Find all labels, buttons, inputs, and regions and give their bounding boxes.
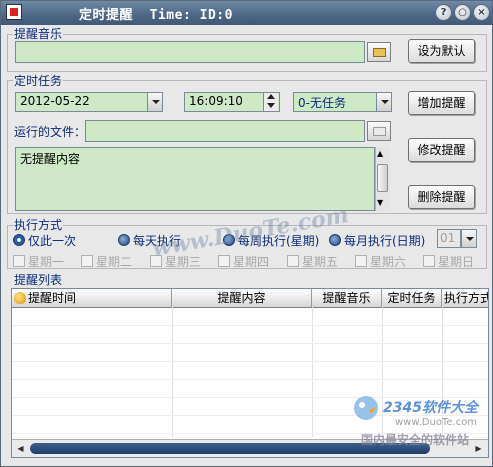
music-path-field[interactable] <box>15 41 365 63</box>
grid-line <box>12 379 488 380</box>
spin-up-icon[interactable] <box>267 94 275 99</box>
checkbox-saturday[interactable]: 星期六 <box>355 253 406 270</box>
run-file-field[interactable] <box>85 120 365 142</box>
weekday-label: 星期一 <box>28 255 65 269</box>
date-picker[interactable]: 2012-05-22 <box>15 92 149 112</box>
app-window: 定时提醒 Time: ID:0 ? ○ × 提醒音乐 设为默认 定时任务 201… <box>0 0 493 467</box>
modify-reminder-button[interactable]: 修改提醒 <box>408 138 475 162</box>
checkbox-sunday[interactable]: 星期日 <box>423 253 474 270</box>
scroll-thumb[interactable] <box>377 164 388 192</box>
column-header-task[interactable]: 定时任务 <box>382 289 442 307</box>
time-spinner[interactable] <box>263 93 278 111</box>
checkbox-icon <box>13 255 25 267</box>
radio-icon <box>118 234 130 246</box>
checkbox-friday[interactable]: 星期五 <box>287 253 338 270</box>
month-day-select[interactable]: 01 <box>437 229 461 248</box>
weekday-label: 星期六 <box>370 255 407 269</box>
title-bar[interactable]: 定时提醒 Time: ID:0 ? ○ × <box>1 1 492 25</box>
radio-icon <box>329 234 341 246</box>
music-section-label: 提醒音乐 <box>13 25 64 42</box>
close-button[interactable]: × <box>473 4 490 21</box>
logo-text: 2345软件大全 <box>383 400 478 416</box>
app-icon <box>6 4 22 20</box>
minimize-button[interactable]: ○ <box>454 4 471 21</box>
scroll-right-icon[interactable]: ▶ <box>472 442 485 455</box>
radio-monthly[interactable]: 每月执行(日期) <box>329 232 425 249</box>
delete-reminder-button[interactable]: 删除提醒 <box>408 185 475 209</box>
task-section-label: 定时任务 <box>13 72 64 89</box>
set-default-button[interactable]: 设为默认 <box>408 39 475 63</box>
column-label: 提醒音乐 <box>322 291 371 305</box>
weekday-label: 星期五 <box>302 255 339 269</box>
folder-icon <box>373 48 386 57</box>
checkbox-monday[interactable]: 星期一 <box>13 253 64 270</box>
grid-line <box>12 361 488 362</box>
reminder-content-textarea[interactable]: 无提醒内容 <box>15 147 375 211</box>
column-label: 定时任务 <box>387 291 436 305</box>
window-title: 定时提醒 Time: ID:0 <box>79 8 233 23</box>
mode-section-label: 执行方式 <box>13 216 64 233</box>
radio-once[interactable]: 仅此一次 <box>13 232 76 249</box>
grid-line <box>12 325 488 326</box>
weekday-label: 星期四 <box>233 255 270 269</box>
browse-file-button[interactable] <box>367 121 391 141</box>
column-header-mode[interactable]: 执行方式 <box>442 289 489 307</box>
checkbox-icon <box>355 255 367 267</box>
task-type-dropdown-arrow[interactable] <box>376 92 392 112</box>
column-label: 执行方式 <box>444 291 489 305</box>
scroll-left-icon[interactable]: ◀ <box>14 442 27 455</box>
folder-icon <box>373 127 386 136</box>
checkbox-icon <box>81 255 93 267</box>
month-day-dropdown-arrow[interactable] <box>461 229 477 248</box>
radio-selected-icon <box>13 234 25 246</box>
browse-music-button[interactable] <box>367 42 391 62</box>
column-label: 提醒内容 <box>217 291 266 305</box>
scroll-down-icon[interactable]: ▼ <box>377 198 383 207</box>
column-label: 提醒时间 <box>28 291 77 305</box>
help-button[interactable]: ? <box>435 4 452 21</box>
content-scrollbar[interactable]: ▲ ▼ <box>375 147 390 211</box>
checkbox-tuesday[interactable]: 星期二 <box>81 253 132 270</box>
grid-line <box>12 343 488 344</box>
checkbox-icon <box>218 255 230 267</box>
grid-line <box>312 307 313 437</box>
logo-url: www.DuoTe.com <box>395 417 478 428</box>
footer-watermark: 国内最安全的软件站 <box>361 433 470 447</box>
spin-down-icon[interactable] <box>267 103 275 108</box>
weekday-label: 星期二 <box>96 255 133 269</box>
checkbox-icon <box>423 255 435 267</box>
column-header-time[interactable]: 提醒时间 <box>12 289 172 307</box>
grid-line <box>172 307 173 437</box>
date-dropdown-arrow[interactable] <box>147 92 163 112</box>
bell-icon <box>14 292 26 304</box>
weekday-label: 星期日 <box>438 255 475 269</box>
bird-icon <box>354 396 378 420</box>
checkbox-thursday[interactable]: 星期四 <box>218 253 269 270</box>
run-file-label: 运行的文件： <box>13 123 88 140</box>
column-header-music[interactable]: 提醒音乐 <box>312 289 382 307</box>
column-header-content[interactable]: 提醒内容 <box>172 289 312 307</box>
list-section-label: 提醒列表 <box>13 271 64 288</box>
scroll-up-icon[interactable]: ▲ <box>377 149 383 158</box>
add-reminder-button[interactable]: 增加提醒 <box>408 91 475 115</box>
radio-monthly-label: 每月执行(日期) <box>344 234 426 248</box>
task-type-select[interactable]: 0-无任务 <box>293 92 377 112</box>
radio-once-label: 仅此一次 <box>28 234 77 248</box>
list-header: 提醒时间 提醒内容 提醒音乐 定时任务 执行方式 <box>12 289 488 308</box>
checkbox-icon <box>287 255 299 267</box>
